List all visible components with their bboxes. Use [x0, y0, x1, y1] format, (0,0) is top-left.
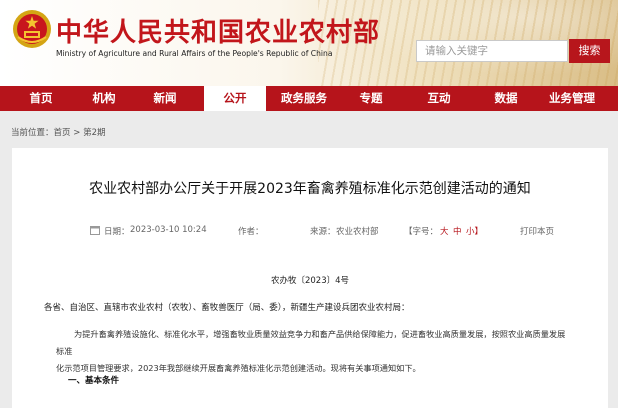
article-card: 农业农村部办公厅关于开展2023年畜禽养殖标准化示范创建活动的通知 日期： 20…	[12, 148, 608, 408]
breadcrumb: 当前位置：首页 > 第2期	[11, 126, 105, 138]
nav-item-institutions[interactable]: 机构	[82, 86, 126, 111]
font-size-large[interactable]: 大	[440, 225, 449, 237]
breadcrumb-separator: >	[70, 128, 84, 138]
national-emblem-icon[interactable]	[12, 9, 52, 49]
font-size-small[interactable]: 小】	[466, 225, 483, 237]
source-value: 农业农村部	[336, 227, 379, 237]
nav-item-public[interactable]: 公开	[204, 86, 266, 111]
body-line-2: 化示范项目管理要求，2023年我部继续开展畜禽养殖标准化示范创建活动。现将有关事…	[56, 363, 421, 373]
site-title[interactable]: 中华人民共和国农业农村部	[56, 12, 380, 49]
search-button[interactable]: 搜索	[569, 39, 610, 63]
nav-item-news[interactable]: 新闻	[126, 86, 204, 111]
body-line-1: 为提升畜禽养殖设施化、标准化水平，增强畜牧业质量效益竞争力和畜产品供给保障能力，…	[56, 329, 566, 356]
main-nav: 首页 机构 新闻 公开 政务服务 专题 互动 数据 业务管理	[0, 86, 618, 111]
print-link[interactable]: 打印本页	[520, 225, 554, 237]
font-size-medium[interactable]: 中	[453, 225, 462, 237]
article-meta: 日期： 2023-03-10 10:24 作者： 来源： 农业农村部 【字号： …	[32, 222, 588, 240]
document-number: 农办牧〔2023〕4号	[270, 276, 350, 286]
site-header: 中华人民共和国农业农村部 Ministry of Agriculture and…	[0, 0, 618, 86]
nav-item-topics[interactable]: 专题	[342, 86, 400, 111]
nav-item-interaction[interactable]: 互动	[400, 86, 478, 111]
site-subtitle: Ministry of Agriculture and Rural Affair…	[56, 49, 333, 58]
breadcrumb-home[interactable]: 首页	[54, 128, 71, 138]
breadcrumb-current[interactable]: 第2期	[83, 128, 105, 138]
calendar-icon	[90, 226, 100, 235]
nav-item-data[interactable]: 数据	[478, 86, 534, 111]
font-size-label: 【字号：	[404, 227, 439, 237]
nav-item-home[interactable]: 首页	[0, 86, 82, 111]
search-input[interactable]: 请输入关键字	[416, 40, 568, 62]
breadcrumb-prefix: 当前位置：	[11, 128, 54, 138]
nav-item-business[interactable]: 业务管理	[534, 86, 610, 111]
recipients: 各省、自治区、直辖市农业农村（农牧）、畜牧兽医厅（局、委），新疆生产建设兵团农业…	[44, 303, 410, 313]
body-paragraph: 为提升畜禽养殖设施化、标准化水平，增强畜牧业质量效益竞争力和畜产品供给保障能力，…	[56, 326, 572, 377]
source-label: 来源：	[310, 227, 336, 237]
date-value: 2023-03-10 10:24	[130, 225, 207, 235]
section-heading: 一、基本条件	[68, 376, 120, 386]
author-label: 作者：	[238, 227, 264, 237]
article-title: 农业农村部办公厅关于开展2023年畜禽养殖标准化示范创建活动的通知	[89, 181, 531, 197]
date-label: 日期：	[104, 227, 130, 237]
nav-item-services[interactable]: 政务服务	[266, 86, 342, 111]
